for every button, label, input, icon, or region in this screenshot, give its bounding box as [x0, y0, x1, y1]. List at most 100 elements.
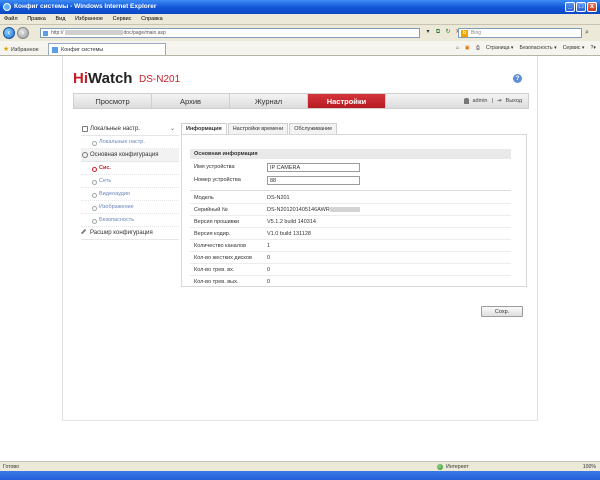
device-name-label: Имя устройства — [194, 164, 235, 170]
favorites-button[interactable]: ★ Избранное — [3, 45, 39, 53]
sidebar-item-security[interactable]: Безопасность — [81, 214, 179, 227]
save-button[interactable]: Сохр. — [481, 306, 523, 317]
security-zone: Интернет — [437, 464, 469, 470]
info-value-serial: DS-N201201405146AWR — [267, 207, 360, 213]
sidebar-item-local-settings[interactable]: Локальные настр. — [81, 136, 179, 149]
status-text: Готово — [3, 464, 20, 470]
tab-information[interactable]: Информация — [181, 123, 227, 134]
redacted-block — [329, 207, 360, 213]
home-icon[interactable]: ⌂ — [456, 45, 459, 52]
globe-icon — [437, 464, 443, 470]
tab-time-settings[interactable]: Настройки времени — [227, 123, 289, 134]
menu-edit[interactable]: Правка — [23, 14, 50, 22]
back-button[interactable]: ‹ — [3, 27, 15, 39]
monitor-icon — [82, 126, 88, 132]
cmd-security[interactable]: Безопасность ▾ — [520, 45, 557, 52]
search-placeholder: Bing — [471, 30, 482, 36]
hiwatch-logo: HiWatch — [73, 70, 133, 87]
sidebar-group-advanced[interactable]: Расшир конфигурация — [80, 227, 179, 240]
info-value: DS-N201 — [267, 195, 290, 201]
ie-logo-icon — [3, 3, 11, 11]
device-name-input[interactable]: IP CAMERA — [267, 163, 360, 172]
tab-log[interactable]: Журнал — [230, 94, 308, 108]
sidebar-item-image[interactable]: Изображение — [81, 201, 179, 214]
tab-playback[interactable]: Архив — [152, 94, 230, 108]
browser-tab-title: Конфиг системы — [61, 47, 104, 53]
star-icon: ★ — [3, 46, 10, 53]
address-prefix: http:// — [51, 30, 64, 36]
info-value: 0 — [267, 267, 271, 273]
info-row-alarm-out: Кол-во трев. вых. 0 — [190, 276, 511, 288]
refresh-icon[interactable]: ↻ — [444, 28, 452, 37]
info-label: Кол-во трев. вх. — [194, 267, 235, 273]
help-icon[interactable]: ? — [513, 74, 522, 83]
menu-help[interactable]: Справка — [137, 14, 167, 22]
favorites-bar: ★ Избранное Конфиг системы ⌂ ▣ ⎙ Страниц… — [0, 41, 600, 56]
search-icon[interactable]: ⌕ — [585, 29, 593, 37]
info-row-channels: Количество каналов 1 — [190, 240, 511, 252]
zoom-level[interactable]: 100% — [583, 464, 596, 470]
info-value: 1 — [267, 243, 271, 249]
close-button[interactable]: x — [587, 2, 597, 12]
search-input[interactable]: b Bing — [458, 28, 582, 38]
address-actions: ▾ ⧉ ↻ ✕ — [424, 28, 462, 37]
menu-tools[interactable]: Сервис — [109, 14, 136, 22]
cmd-page[interactable]: Страница ▾ — [486, 45, 514, 52]
device-number-input[interactable]: 88 — [267, 176, 360, 185]
sidebar-group-label: Расшир конфигурация — [90, 230, 153, 236]
sidebar-item-video-audio[interactable]: Видеоаудио — [81, 188, 179, 201]
tab-preview[interactable]: Просмотр — [74, 94, 152, 108]
cmd-tools[interactable]: Сервис ▾ — [563, 45, 585, 52]
sidebar-group-label: Основная конфигурация — [90, 152, 159, 158]
info-label: Версия кодир. — [194, 231, 231, 237]
logout-link[interactable]: Выход — [506, 98, 522, 104]
system-subtabs: Информация Настройки времени Обслуживани… — [181, 123, 338, 134]
tab-maintenance[interactable]: Обслуживание — [289, 123, 338, 134]
window-controls: _ □ x — [565, 2, 597, 12]
user-icon — [463, 98, 469, 104]
browser-tab[interactable]: Конфиг системы — [48, 43, 166, 55]
config-sidebar: Локальные настр. ⌄ Локальные настр. Осно… — [80, 123, 179, 240]
info-value: 0 — [267, 279, 271, 285]
info-panel: Основная информация Имя устройства IP CA… — [181, 134, 527, 287]
window-titlebar: Конфиг системы - Windows Internet Explor… — [0, 0, 600, 14]
info-row-encoder: Версия кодир. V1.0 build 131128 — [190, 228, 511, 240]
divider: | — [491, 98, 493, 104]
sidebar-item-system[interactable]: Сис. — [81, 162, 179, 175]
command-bar: ⌂ ▣ ⎙ Страница ▾ Безопасность ▾ Сервис ▾… — [456, 45, 596, 52]
menu-favorites[interactable]: Избранное — [71, 14, 107, 22]
address-toolbar: ‹ › http:// doc/page/main.asp ▾ ⧉ ↻ ✕ b B… — [0, 25, 600, 41]
info-value: V5.1.2 build 140314 — [267, 219, 316, 225]
info-label: Кол-во жестких дисков — [194, 255, 252, 261]
print-icon[interactable]: ⎙ — [476, 45, 480, 52]
info-row-hdd: Кол-во жестких дисков 0 — [190, 252, 511, 264]
forward-button[interactable]: › — [17, 27, 29, 39]
chevron-down-icon: ⌄ — [169, 126, 175, 132]
favorites-label: Избранное — [10, 47, 39, 53]
sidebar-item-network[interactable]: Сеть — [81, 175, 179, 188]
wrench-icon — [80, 228, 90, 238]
device-number-label: Номер устройства — [194, 177, 241, 183]
compat-icon[interactable]: ⧉ — [434, 28, 442, 37]
address-field[interactable]: http:// doc/page/main.asp — [40, 28, 420, 38]
info-label: Количество каналов — [194, 243, 246, 249]
separator — [190, 190, 511, 191]
tab-configuration[interactable]: Настройки — [308, 94, 386, 108]
device-model-title: DS-N201 — [139, 74, 181, 85]
sidebar-group-local[interactable]: Локальные настр. ⌄ — [81, 123, 179, 136]
app-frame: HiWatch DS-N201 ? Просмотр Архив Журнал … — [62, 56, 538, 421]
dropdown-icon[interactable]: ▾ — [424, 28, 432, 37]
minimize-button[interactable]: _ — [565, 2, 575, 12]
feeds-icon[interactable]: ▣ — [465, 45, 470, 52]
zone-label: Интернет — [446, 464, 469, 470]
sidebar-group-basic[interactable]: Основная конфигурация — [81, 149, 179, 162]
info-value: 0 — [267, 255, 271, 261]
info-row-serial: Серийный № DS-N201201405146AWR — [190, 204, 511, 216]
menu-file[interactable]: Файл — [0, 14, 22, 22]
cmd-help[interactable]: ?▾ — [591, 45, 597, 52]
user-box: admin | ⇥ Выход — [463, 98, 522, 104]
menu-view[interactable]: Вид — [51, 14, 69, 22]
maximize-button[interactable]: □ — [576, 2, 586, 12]
menu-bar: Файл Правка Вид Избранное Сервис Справка — [0, 14, 600, 25]
status-bar: Готово Интернет 100% — [0, 461, 600, 471]
